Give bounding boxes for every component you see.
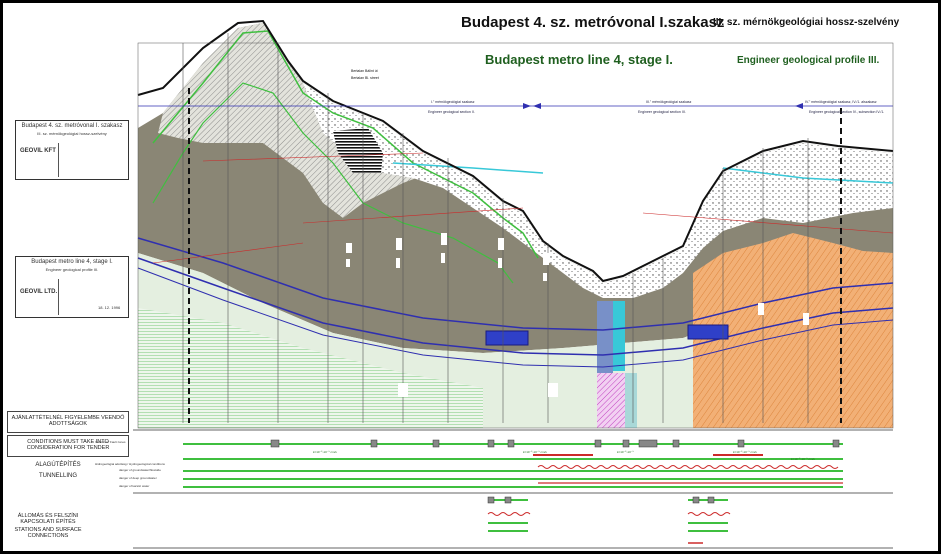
stations-label-hu: ÁLLOMÁS ÉS FELSZÍNI KAPCSOLATI ÉPÍTÉS (17, 513, 79, 525)
station-box-right (687, 324, 729, 340)
title-block-hu-grid (58, 143, 127, 177)
cyan-fault-column (613, 301, 625, 371)
red-wave-row (537, 465, 839, 469)
tunnelling-label-hu: ALAGÚTÉPÍTÉS (35, 462, 81, 468)
legend-danger-karstic: danger of karstic water (119, 484, 150, 488)
title-block-en: Budapest metro line 4, stage I. Engineer… (15, 256, 129, 318)
stations-label-en: STATIONS AND SURFACE CONNECTIONS (14, 527, 82, 539)
page: { "title_hu": "Budapest 4. sz. metróvona… (3, 3, 938, 551)
title-block-date: 18. 12. 1996 (98, 305, 121, 310)
street-label-hu: Bertalan Bálint út (351, 69, 378, 73)
perm-label-3: k=10⁻⁸-10⁻⁹ (617, 450, 634, 454)
tender-box-hu: AJÁNLATTÉTELNÉL FIGYELEMBE VEENDŐ ADOTTS… (7, 411, 129, 433)
section-label-en-3: Engineer geological section III. (638, 110, 686, 114)
title-hungarian: Budapest 4. sz. metróvonal I.szakasz (461, 14, 725, 31)
legend-hydro: Hidrogeológiai adottság / Hydrogeologica… (95, 462, 165, 466)
legend-danger-deep: danger of deep groundwater (119, 476, 157, 480)
title-english: Budapest metro line 4, stage I. (485, 52, 673, 67)
conditions-table (133, 429, 893, 549)
section-marker-right (795, 103, 803, 109)
cyan-zone-lower (625, 373, 637, 428)
subtitle-hungarian: III. sz. mérnökgeológiai hossz-szelvény (713, 17, 900, 28)
title-block-en-title: Budapest metro line 4, stage I. (31, 259, 113, 265)
title-block-en-subtitle: Engineer geological profile III. (45, 267, 99, 272)
perm-label-4: k=10⁻⁸-10⁻⁹ cm/s (733, 450, 757, 454)
section-label-en-2: Engineer geological section II. (428, 110, 475, 114)
title-block-hu: Budapest 4. sz. metróvonal I. szakasz II… (15, 120, 129, 180)
subtitle-english: Engineer geological profile III. (737, 55, 880, 66)
profile-section (137, 19, 894, 429)
station-box-left (485, 330, 529, 346)
section-marker-left (523, 103, 531, 109)
section-label-hu-4: IV." mérnökgeológiai szakasz, IV./1. als… (805, 100, 877, 104)
section-label-en-4: Engineer geological section IV., subsect… (809, 110, 885, 114)
magenta-fault-zone (597, 373, 625, 428)
tender-box-en: CONDITIONS MUST TAKE INTO CONSIDERATION … (7, 435, 129, 457)
section-marker-mid (533, 103, 541, 109)
legend-danger-ground: danger of groundwater/flowside (119, 468, 161, 472)
perm-label-1: k=10⁻⁸-10⁻⁹ cm/s (313, 450, 337, 454)
company-name-en: GEOVIL LTD. (20, 289, 58, 295)
tender-label-hu: AJÁNLATTÉTELNÉL FIGYELEMBE VEENDŐ ADOTTS… (11, 415, 125, 427)
company-name-hu: GEOVIL KFT (20, 148, 56, 154)
perm-label-2: k=10⁻⁸-10⁻⁹ cm/s (523, 450, 547, 454)
legend-fault-zones: Vetőzóna / Fault zones (95, 440, 126, 444)
section-label-hu-2: I." mérnökgeológiai szakasz (431, 100, 475, 104)
title-block-hu-subtitle: III. sz. mérnökgeológiai hossz-szelvény (37, 131, 107, 136)
tunnelling-label-en: TUNNELLING (38, 473, 77, 479)
perm-label-5: k=10⁻⁸-10⁻⁹ cm/s (791, 457, 815, 461)
section-label-hu-3: III." mérnökgeológiai szakasz (646, 100, 692, 104)
street-label-en: Bertalan Bl. street (351, 76, 379, 80)
title-block-hu-title: Budapest 4. sz. metróvonal I. szakasz (21, 123, 123, 129)
